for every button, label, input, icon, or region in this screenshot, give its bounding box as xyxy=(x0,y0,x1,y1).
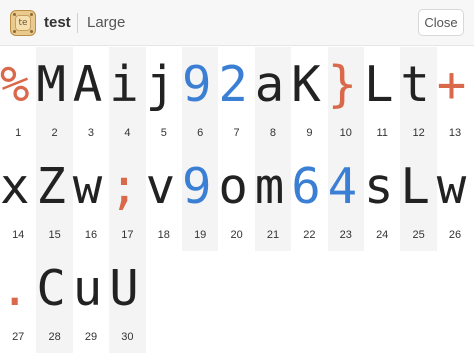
glyph-cell[interactable]: C 28 xyxy=(36,251,73,353)
glyph-cell[interactable]: s 24 xyxy=(364,149,400,251)
app-icon-dot xyxy=(30,30,33,33)
glyph-char: U xyxy=(109,260,139,317)
glyph-index: 7 xyxy=(233,127,240,139)
glyph-cell[interactable]: o 20 xyxy=(218,149,254,251)
glyph-index: 18 xyxy=(157,229,170,241)
header-bar: te test Large Close xyxy=(0,0,474,46)
glyph-cell[interactable]: 96 xyxy=(182,47,219,149)
glyph-index: 22 xyxy=(303,229,316,241)
app-icon-label: te xyxy=(15,15,31,31)
glyph-index: 30 xyxy=(121,331,134,343)
glyph-cell[interactable]: u 29 xyxy=(73,251,109,353)
glyph-index: 9 xyxy=(306,127,313,139)
glyph-index: 1 xyxy=(15,127,22,139)
glyph-index: 4 xyxy=(124,127,131,139)
app-icon-dot xyxy=(30,13,33,16)
glyph-index: 2 xyxy=(51,127,58,139)
glyph-index: 26 xyxy=(448,229,462,241)
glyph-index: 17 xyxy=(121,229,134,241)
glyph-index: 16 xyxy=(84,229,98,241)
glyph-index: 28 xyxy=(48,331,61,343)
header-divider xyxy=(77,13,78,33)
glyph-cell[interactable]: L 11 xyxy=(364,47,400,149)
glyph-index: 3 xyxy=(87,127,95,139)
glyph-index: 6 xyxy=(197,127,204,139)
glyph-cell[interactable]: ; 17 xyxy=(109,149,146,251)
glyph-cell[interactable]: m 21 xyxy=(254,149,292,251)
glyph-index: 21 xyxy=(266,229,280,241)
glyph-index: 11 xyxy=(376,127,388,139)
glyph-index: 19 xyxy=(194,229,207,241)
glyph-index: 27 xyxy=(12,331,25,343)
glyph-cell[interactable]: w 26 xyxy=(437,149,473,251)
glyph-index: 10 xyxy=(339,127,352,139)
close-button[interactable]: Close xyxy=(418,9,464,36)
glyph-index: 14 xyxy=(12,229,25,241)
glyph-cell[interactable]: } 10 xyxy=(327,47,364,149)
glyph-index: 5 xyxy=(160,127,167,139)
glyph-cell[interactable]: % 1 xyxy=(0,47,36,149)
glyph-grid: % 1 M 2 A 3 i 4 j 5 9 6 2 7 a 8 K 9} 10 L 11 t 12 +13 x 14 Z 15 w 16;… xyxy=(0,47,474,353)
glyph-cell[interactable]: t 12 xyxy=(400,47,437,149)
document-title: test xyxy=(44,14,71,31)
size-label: Large xyxy=(87,14,126,31)
app-icon: te xyxy=(10,10,36,36)
glyph-cell[interactable]: 27 xyxy=(218,47,254,149)
glyph-cell[interactable]: v 18 xyxy=(146,149,182,251)
glyph-index: 20 xyxy=(230,229,243,241)
glyph-index: 24 xyxy=(376,229,389,241)
glyph-cell[interactable]: U 30 xyxy=(109,251,146,353)
glyph-index: 23 xyxy=(339,229,352,241)
glyph-cell[interactable]: 4 23 xyxy=(327,149,364,251)
glyph-cell[interactable]: A3 xyxy=(73,47,109,149)
glyph-cell[interactable]: 9 19 xyxy=(182,149,219,251)
glyph-index: 29 xyxy=(84,331,98,343)
glyph-cell[interactable]: K9 xyxy=(291,47,327,149)
glyph-index: 15 xyxy=(48,229,61,241)
glyph-cell[interactable]: Z 15 xyxy=(36,149,73,251)
glyph-cell[interactable]: a8 xyxy=(254,47,292,149)
glyph-char: w xyxy=(436,158,467,215)
glyph-cell[interactable]: +13 xyxy=(437,47,473,149)
app-icon-dot xyxy=(13,30,16,33)
glyph-cell[interactable]: x 14 xyxy=(0,149,36,251)
glyph-cell[interactable]: . 27 xyxy=(0,251,36,353)
glyph-cell[interactable]: j5 xyxy=(146,47,182,149)
glyph-cell[interactable]: w 16 xyxy=(73,149,109,251)
glyph-index: 13 xyxy=(448,127,462,139)
glyph-char: + xyxy=(436,56,467,113)
glyph-cell[interactable]: L 25 xyxy=(400,149,437,251)
glyph-cell[interactable]: 6 22 xyxy=(291,149,327,251)
glyph-index: 12 xyxy=(412,127,425,139)
glyph-cell[interactable]: M2 xyxy=(36,47,73,149)
glyph-cell[interactable]: i4 xyxy=(109,47,146,149)
glyph-index: 25 xyxy=(412,229,425,241)
glyph-index: 8 xyxy=(269,127,277,139)
